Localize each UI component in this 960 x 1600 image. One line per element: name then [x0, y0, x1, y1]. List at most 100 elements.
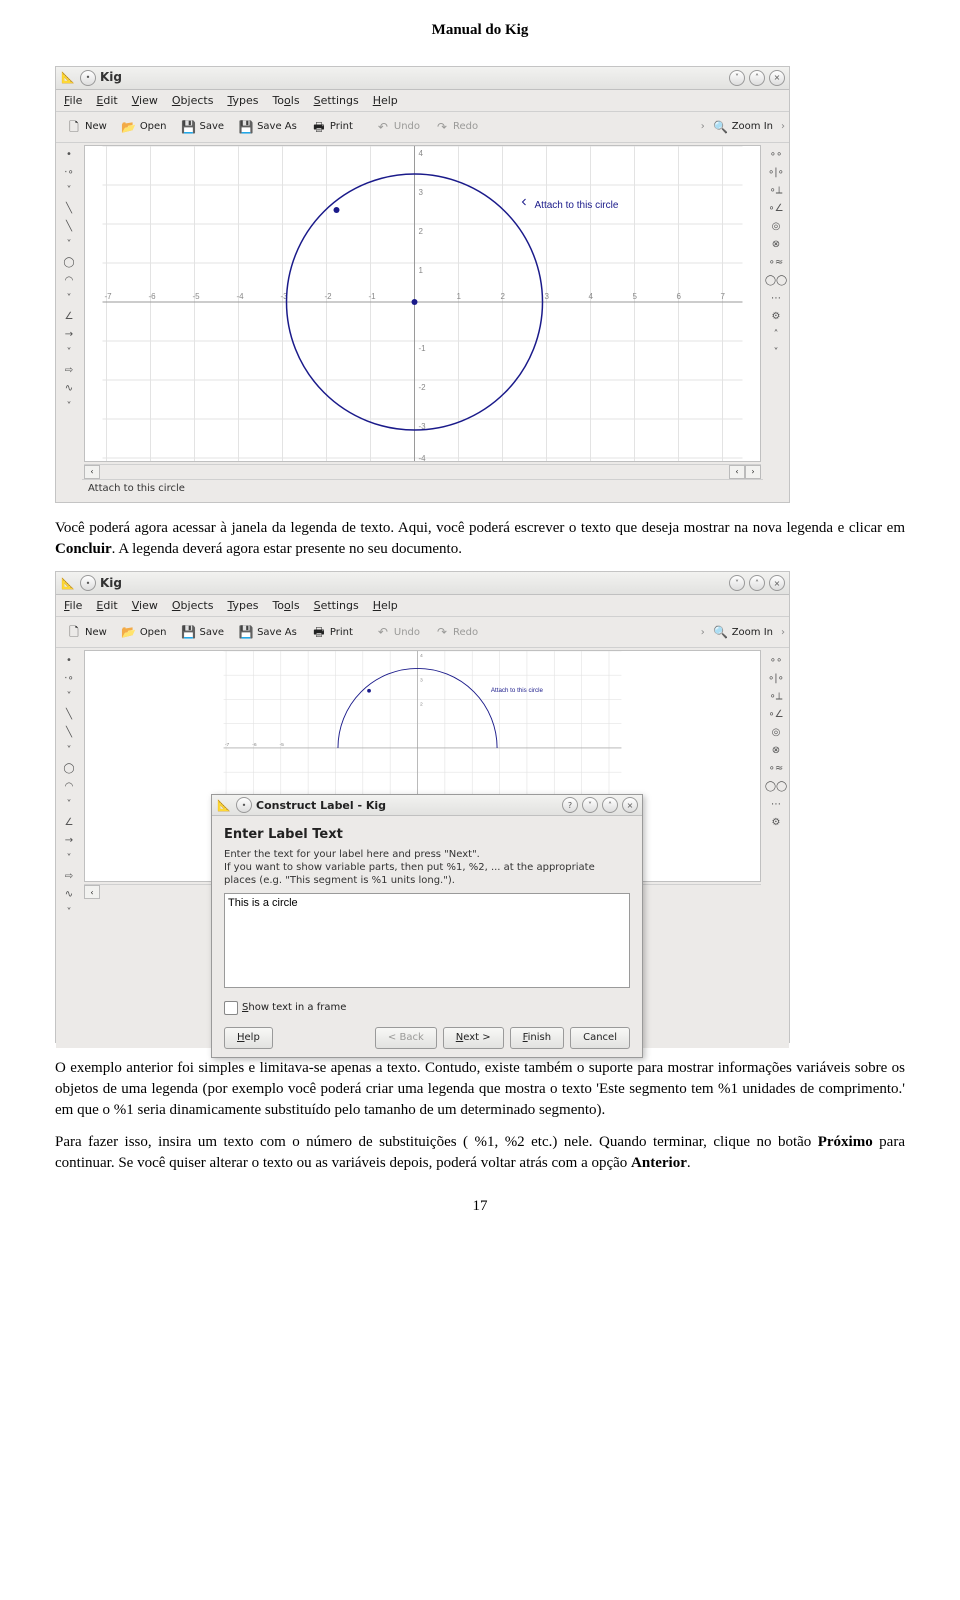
- window-menu-icon[interactable]: •: [80, 70, 96, 86]
- tool-circle-icon[interactable]: ◯: [61, 760, 77, 776]
- new-button[interactable]: 🗋New: [60, 116, 113, 138]
- label-text-input[interactable]: This is a circle: [224, 893, 630, 988]
- dialog-max-icon[interactable]: ˄: [602, 797, 618, 813]
- redo-button-2[interactable]: ↷Redo: [428, 621, 484, 643]
- rtool-1-icon[interactable]: ∘∘: [768, 652, 784, 668]
- tool-point-icon[interactable]: •: [61, 147, 77, 163]
- toolbar-chevron-right-icon[interactable]: ›: [781, 120, 785, 134]
- tool-line-icon[interactable]: ╲: [61, 201, 77, 217]
- rtool-4-icon[interactable]: ∘∠: [768, 201, 784, 217]
- undo-button[interactable]: ↶Undo: [369, 116, 426, 138]
- tool-arrow-icon[interactable]: ⇨: [61, 868, 77, 884]
- save-button-2[interactable]: 💾Save: [175, 621, 231, 643]
- finish-button[interactable]: Finish: [510, 1027, 564, 1049]
- tool-chevron-icon[interactable]: ˅: [61, 688, 77, 704]
- zoomin-button-2[interactable]: 🔍Zoom In: [707, 621, 779, 643]
- menu-tools-2[interactable]: Tools: [272, 598, 299, 613]
- tool-vector-icon[interactable]: →: [61, 832, 77, 848]
- next-button[interactable]: Next >: [443, 1027, 504, 1049]
- tool-arc-icon[interactable]: ◠: [61, 273, 77, 289]
- help-button[interactable]: Help: [224, 1027, 273, 1049]
- print-button-2[interactable]: 🖶Print: [305, 621, 359, 643]
- rtool-3-icon[interactable]: ∘⟂: [768, 688, 784, 704]
- rtool-5-icon[interactable]: ◎: [768, 219, 784, 235]
- open-button-2[interactable]: 📂Open: [115, 621, 173, 643]
- tool-angle-icon[interactable]: ∠: [61, 814, 77, 830]
- rtool-7-icon[interactable]: ∘≈: [768, 255, 784, 271]
- checkbox-icon[interactable]: [224, 1001, 238, 1015]
- menu-tools[interactable]: Tools: [272, 93, 299, 108]
- dialog-help-icon[interactable]: ?: [562, 797, 578, 813]
- tool-chevron5-icon[interactable]: ˅: [61, 399, 77, 415]
- new-button-2[interactable]: 🗋New: [60, 621, 113, 643]
- tool-chevron2-icon[interactable]: ˅: [61, 237, 77, 253]
- rtool-8-icon[interactable]: ◯◯: [768, 273, 784, 289]
- rtool-9-icon[interactable]: ⋯: [768, 291, 784, 307]
- saveas-button[interactable]: 💾Save As: [232, 116, 303, 138]
- close-icon[interactable]: ×: [769, 70, 785, 86]
- tool-chevron3-icon[interactable]: ˅: [61, 291, 77, 307]
- tool-segment-icon[interactable]: ╲: [61, 724, 77, 740]
- rtool-6-icon[interactable]: ⊗: [768, 237, 784, 253]
- rtool-6-icon[interactable]: ⊗: [768, 742, 784, 758]
- maximize-icon-2[interactable]: ˄: [749, 575, 765, 591]
- dialog-min-icon[interactable]: ˅: [582, 797, 598, 813]
- tool-angle-icon[interactable]: ∠: [61, 309, 77, 325]
- tool-chevron-icon[interactable]: ˅: [61, 742, 77, 758]
- toolbar-chevron-left-icon[interactable]: ›: [701, 120, 705, 134]
- rtool-2-icon[interactable]: ∘|∘: [768, 670, 784, 686]
- zoomin-button[interactable]: 🔍Zoom In: [707, 116, 779, 138]
- tool-chevron-icon[interactable]: ˅: [61, 796, 77, 812]
- tool-chevron1-icon[interactable]: ˅: [61, 183, 77, 199]
- tool-curve-icon[interactable]: ∿: [61, 886, 77, 902]
- dialog-menu-icon[interactable]: •: [236, 797, 252, 813]
- menu-file[interactable]: File: [64, 93, 82, 108]
- menu-edit[interactable]: Edit: [96, 93, 117, 108]
- menu-objects-2[interactable]: Objects: [172, 598, 214, 613]
- window-menu-icon-2[interactable]: •: [80, 575, 96, 591]
- undo-button-2[interactable]: ↶Undo: [369, 621, 426, 643]
- open-button[interactable]: 📂Open: [115, 116, 173, 138]
- menu-help-2[interactable]: Help: [373, 598, 398, 613]
- rtool-cog-icon[interactable]: ⚙: [768, 309, 784, 325]
- tool-intersect-icon[interactable]: ⋅∘: [61, 165, 77, 181]
- cancel-button[interactable]: Cancel: [570, 1027, 630, 1049]
- tool-line-icon[interactable]: ╲: [61, 706, 77, 722]
- tool-arc-icon[interactable]: ◠: [61, 778, 77, 794]
- rtool-5-icon[interactable]: ◎: [768, 724, 784, 740]
- scroll-right-icon[interactable]: ‹: [729, 465, 745, 479]
- scroll-left-icon[interactable]: ‹: [84, 465, 100, 479]
- menu-types-2[interactable]: Types: [227, 598, 258, 613]
- print-button[interactable]: 🖶Print: [305, 116, 359, 138]
- menu-file-2[interactable]: File: [64, 598, 82, 613]
- scroll-left-icon[interactable]: ‹: [84, 885, 100, 899]
- rtool-8-icon[interactable]: ◯◯: [768, 778, 784, 794]
- menu-view[interactable]: View: [132, 93, 158, 108]
- tool-circle-icon[interactable]: ◯: [61, 255, 77, 271]
- tool-segment-icon[interactable]: ╲: [61, 219, 77, 235]
- canvas[interactable]: -7 -6 -5 -4 -3 -2 -1 1 2 3 4 5 6 7: [84, 145, 761, 462]
- menu-edit-2[interactable]: Edit: [96, 598, 117, 613]
- tb2-chev-r-icon[interactable]: ›: [781, 626, 785, 640]
- rtool-scroll-up-icon[interactable]: ˄: [768, 327, 784, 343]
- tb2-chev-l-icon[interactable]: ›: [701, 626, 705, 640]
- tool-chevron4-icon[interactable]: ˅: [61, 345, 77, 361]
- minimize-icon-2[interactable]: ˅: [729, 575, 745, 591]
- tool-curve-icon[interactable]: ∿: [61, 381, 77, 397]
- save-button[interactable]: 💾Save: [175, 116, 231, 138]
- menu-objects[interactable]: Objects: [172, 93, 214, 108]
- back-button[interactable]: < Back: [375, 1027, 437, 1049]
- tool-vector-icon[interactable]: →: [61, 327, 77, 343]
- rtool-scroll-down-icon[interactable]: ˅: [768, 345, 784, 361]
- tool-chevron-icon[interactable]: ˅: [61, 850, 77, 866]
- tool-intersect-icon[interactable]: ⋅∘: [61, 670, 77, 686]
- minimize-icon[interactable]: ˅: [729, 70, 745, 86]
- maximize-icon[interactable]: ˄: [749, 70, 765, 86]
- redo-button[interactable]: ↷Redo: [428, 116, 484, 138]
- menu-help[interactable]: Help: [373, 93, 398, 108]
- rtool-cog-icon[interactable]: ⚙: [768, 814, 784, 830]
- saveas-button-2[interactable]: 💾Save As: [232, 621, 303, 643]
- rtool-4-icon[interactable]: ∘∠: [768, 706, 784, 722]
- menu-settings[interactable]: Settings: [314, 93, 359, 108]
- dialog-close-icon[interactable]: ×: [622, 797, 638, 813]
